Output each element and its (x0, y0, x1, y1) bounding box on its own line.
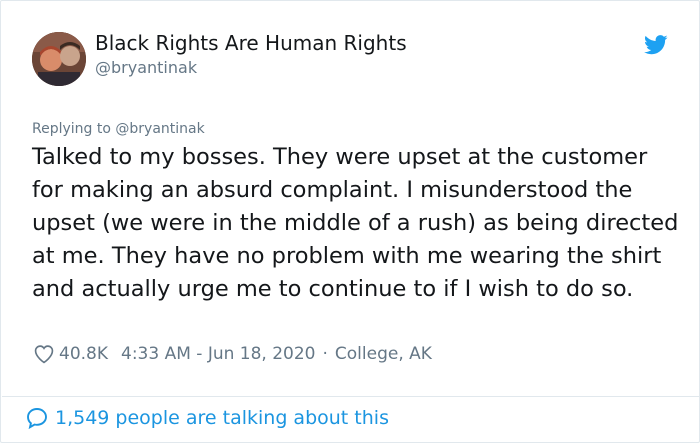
replying-prefix: Replying to (32, 121, 111, 137)
divider (2, 396, 700, 397)
author-handle[interactable]: @bryantinak (95, 58, 197, 77)
heart-icon[interactable] (33, 343, 55, 365)
replying-handle-link[interactable]: @bryantinak (115, 121, 204, 137)
tweet-text: Talked to my bosses. They were upset at … (32, 144, 679, 302)
meta-separator: · (322, 344, 328, 364)
avatar[interactable] (32, 32, 86, 86)
conversation-count-label: 1,549 people are talking about this (55, 407, 389, 429)
tweet-timestamp[interactable]: 4:33 AM - Jun 18, 2020 (121, 344, 316, 364)
tweet-location[interactable]: College, AK (335, 344, 432, 364)
avatar-image (32, 32, 86, 86)
conversation-link[interactable]: 1,549 people are talking about this (25, 406, 389, 430)
replying-to: Replying to @bryantinak (32, 121, 205, 137)
speech-bubble-icon (27, 408, 47, 430)
tweet-embed-card: Black Rights Are Human Rights @bryantina… (0, 0, 700, 443)
author-display-name[interactable]: Black Rights Are Human Rights (95, 31, 407, 55)
tweet-meta: 40.8K 4:33 AM - Jun 18, 2020 · College, … (33, 343, 432, 365)
twitter-bird-icon[interactable] (644, 35, 668, 55)
like-count[interactable]: 40.8K (59, 344, 108, 364)
